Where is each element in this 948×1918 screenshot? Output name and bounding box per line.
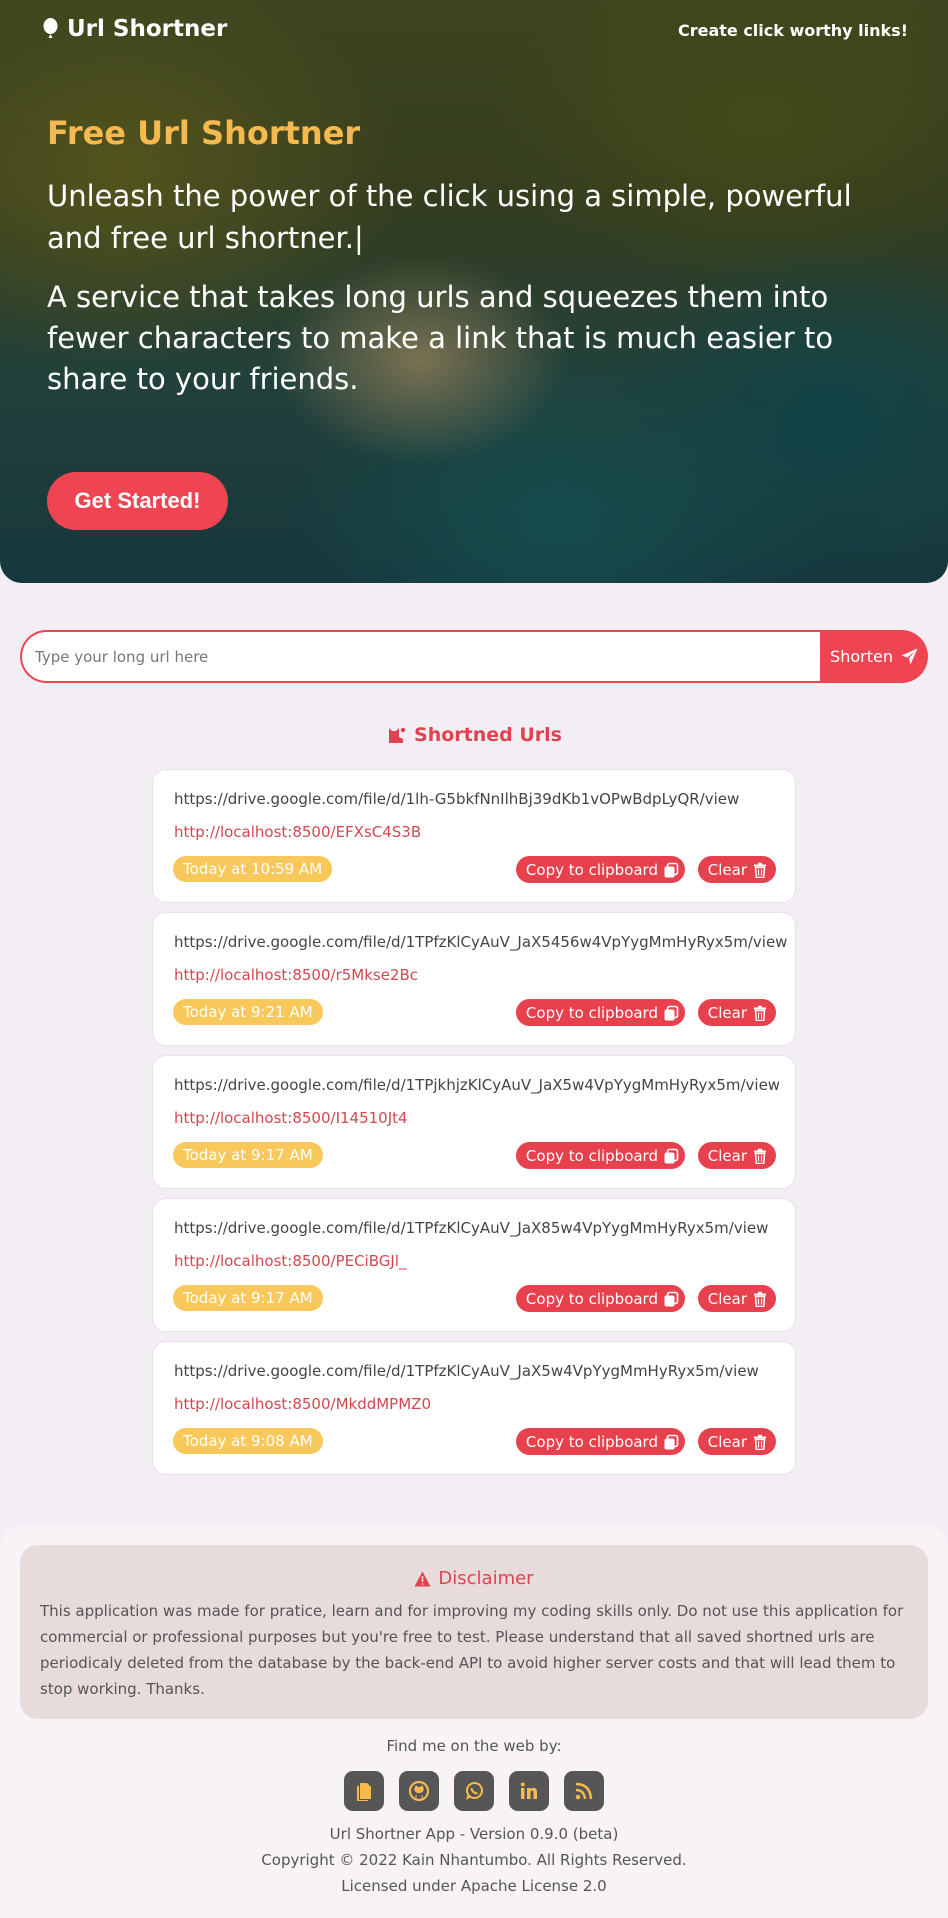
document-icon: [357, 1783, 371, 1801]
long-url-text: https://drive.google.com/file/d/1TPfzKlC…: [174, 1219, 769, 1237]
copy-label: Copy to clipboard: [525, 1289, 658, 1308]
footer: Disclaimer This application was made for…: [0, 1525, 948, 1918]
brand-name: Url Shortner: [67, 16, 228, 42]
copy-icon: [664, 1434, 679, 1449]
copy-to-clipboard-button[interactable]: Copy to clipboard: [515, 856, 685, 883]
brand-logo[interactable]: Url Shortner: [42, 16, 227, 42]
disclaimer-text: This application was made for pratice, l…: [40, 1602, 904, 1698]
clear-label: Clear: [707, 1146, 747, 1165]
linkedin-icon: [520, 1782, 537, 1799]
version-text: Url Shortner App - Version 0.9.0 (beta): [329, 1825, 619, 1843]
short-url-link[interactable]: http://localhost:8500/PECiBGJl_: [174, 1252, 406, 1270]
rss-link[interactable]: [564, 1771, 604, 1811]
hero-description: A service that takes long urls and squee…: [47, 280, 834, 396]
social-links: [0, 1771, 948, 1811]
timestamp-badge: Today at 10:59 AM: [173, 856, 333, 882]
trash-icon: [754, 862, 766, 878]
get-started-button[interactable]: Get Started!: [47, 472, 228, 530]
hero-section: Url Shortner Create click worthy links! …: [0, 0, 948, 583]
short-url-link[interactable]: http://localhost:8500/I14510Jt4: [174, 1109, 408, 1127]
send-icon: [901, 648, 918, 665]
copy-label: Copy to clipboard: [525, 1432, 658, 1451]
trash-icon: [754, 1148, 766, 1164]
find-me-text: Find me on the web by:: [386, 1737, 562, 1755]
copy-icon: [664, 862, 679, 877]
copy-label: Copy to clipboard: [525, 1146, 658, 1165]
clear-button[interactable]: Clear: [697, 1285, 776, 1312]
clear-button[interactable]: Clear: [697, 1428, 776, 1455]
whatsapp-icon: [466, 1782, 483, 1800]
url-card: https://drive.google.com/file/d/1TPfzKlC…: [152, 912, 796, 1046]
timestamp-badge: Today at 9:08 AM: [173, 1428, 323, 1454]
copy-to-clipboard-button[interactable]: Copy to clipboard: [515, 1285, 685, 1312]
disclaimer-heading: Disclaimer: [20, 1568, 928, 1589]
timestamp-badge: Today at 9:17 AM: [173, 1285, 323, 1311]
shorten-label: Shorten: [830, 647, 893, 666]
license-text: Licensed under Apache License 2.0: [341, 1877, 607, 1895]
long-url-input[interactable]: [20, 630, 820, 683]
clear-label: Clear: [707, 860, 747, 879]
trash-icon: [754, 1434, 766, 1450]
rss-icon: [575, 1782, 593, 1800]
timestamp-badge: Today at 9:17 AM: [173, 1142, 323, 1168]
header-tagline: Create click worthy links!: [677, 21, 908, 40]
clear-label: Clear: [707, 1432, 747, 1451]
document-link[interactable]: [344, 1771, 384, 1811]
disclaimer-box: Disclaimer This application was made for…: [20, 1545, 928, 1719]
url-card: https://drive.google.com/file/d/1TPfzKlC…: [152, 1341, 796, 1475]
copy-label: Copy to clipboard: [525, 860, 658, 879]
clear-label: Clear: [707, 1003, 747, 1022]
long-url-text: https://drive.google.com/file/d/1lh-G5bk…: [174, 790, 740, 808]
github-link[interactable]: [399, 1771, 439, 1811]
copy-to-clipboard-button[interactable]: Copy to clipboard: [515, 1142, 685, 1169]
long-url-text: https://drive.google.com/file/d/1TPfzKlC…: [174, 933, 788, 951]
copy-icon: [664, 1005, 679, 1020]
balloon-icon: [43, 18, 58, 38]
copy-icon: [664, 1148, 679, 1163]
copy-to-clipboard-button[interactable]: Copy to clipboard: [515, 1428, 685, 1455]
url-card: https://drive.google.com/file/d/1TPfzKlC…: [152, 1198, 796, 1332]
clear-label: Clear: [707, 1289, 747, 1308]
long-url-text: https://drive.google.com/file/d/1TPfzKlC…: [174, 1362, 759, 1380]
copyright-text: Copyright © 2022 Kain Nhantumbo. All Rig…: [261, 1851, 687, 1869]
hero-title: Free Url Shortner: [47, 114, 361, 152]
clear-button[interactable]: Clear: [697, 856, 776, 883]
github-icon: [408, 1780, 430, 1802]
clear-button[interactable]: Clear: [697, 999, 776, 1026]
copy-label: Copy to clipboard: [525, 1003, 658, 1022]
short-url-link[interactable]: http://localhost:8500/EFXsC4S3B: [174, 823, 421, 841]
copy-icon: [664, 1291, 679, 1306]
url-card: https://drive.google.com/file/d/1TPjkhjz…: [152, 1055, 796, 1189]
clear-button[interactable]: Clear: [697, 1142, 776, 1169]
shortned-urls-heading: Shortned Urls: [0, 724, 948, 746]
shorten-button[interactable]: Shorten: [820, 630, 928, 683]
copy-to-clipboard-button[interactable]: Copy to clipboard: [515, 999, 685, 1026]
whatsapp-link[interactable]: [454, 1771, 494, 1811]
trash-icon: [754, 1005, 766, 1021]
warning-icon: [414, 1571, 431, 1586]
timestamp-badge: Today at 9:21 AM: [173, 999, 323, 1025]
long-url-text: https://drive.google.com/file/d/1TPjkhjz…: [174, 1076, 781, 1094]
hero-subtitle: Unleash the power of the click using a s…: [47, 179, 852, 255]
short-url-link[interactable]: http://localhost:8500/MkddMPMZ0: [174, 1395, 431, 1413]
short-url-link[interactable]: http://localhost:8500/r5Mkse2Bc: [174, 966, 418, 984]
disclaimer-title: Disclaimer: [438, 1568, 534, 1589]
url-card: https://drive.google.com/file/d/1lh-G5bk…: [152, 769, 796, 903]
url-form: Shorten: [20, 630, 928, 683]
trash-icon: [754, 1291, 766, 1307]
list-title: Shortned Urls: [414, 724, 562, 746]
cat-icon: [389, 727, 406, 743]
linkedin-link[interactable]: [509, 1771, 549, 1811]
